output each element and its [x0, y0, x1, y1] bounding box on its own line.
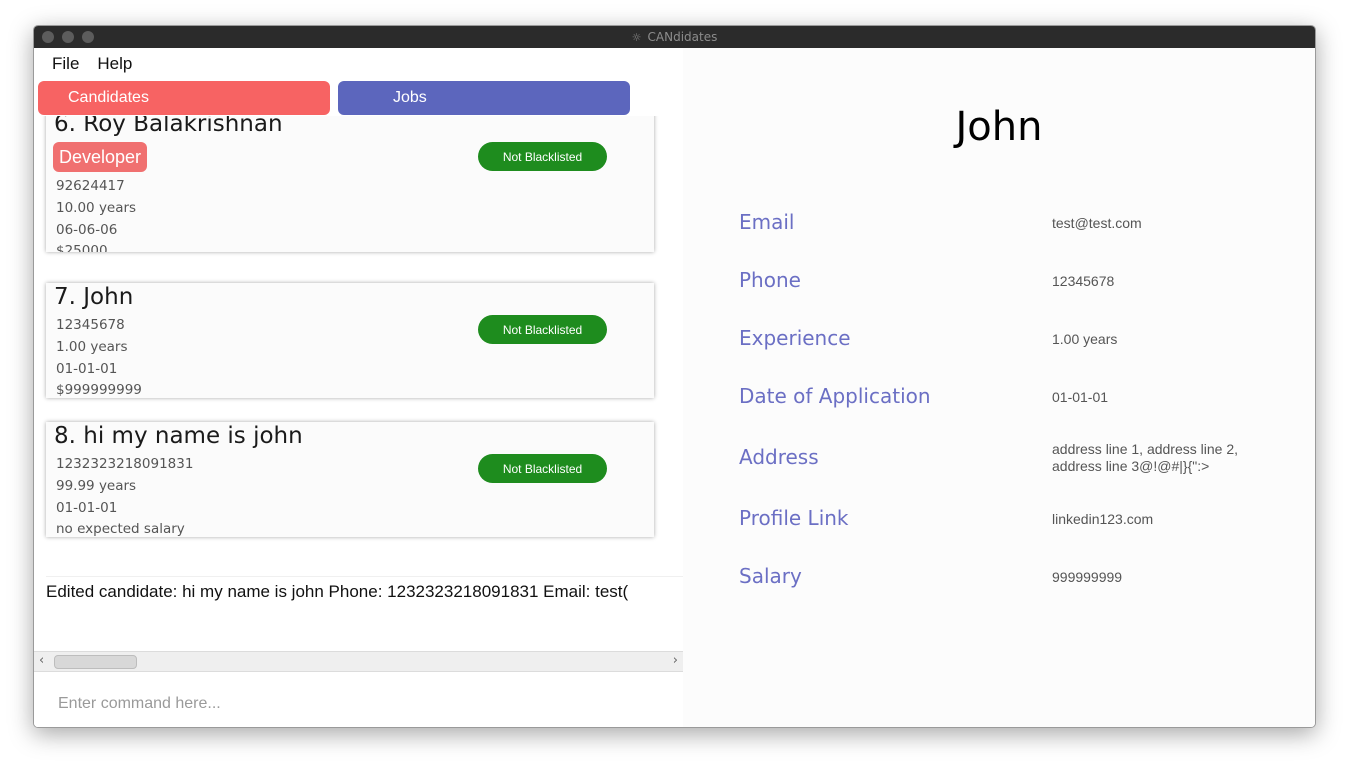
menu-bar: File Help: [34, 48, 132, 80]
candidate-phone: 92624417: [56, 178, 125, 194]
candidate-experience: 99.99 years: [56, 478, 137, 494]
candidate-card[interactable]: 8. hi my name is john Not Blacklisted 12…: [46, 422, 654, 537]
address-label: Address: [739, 445, 819, 469]
candidate-list[interactable]: 6. Roy Balakrishnan Developer Not Blackl…: [34, 116, 683, 571]
address-value: address line 1, address line 2, address …: [1052, 441, 1238, 474]
scrollbar-thumb[interactable]: [54, 655, 137, 669]
candidate-experience: 1.00 years: [56, 339, 128, 355]
result-display[interactable]: Edited candidate: hi my name is john Pho…: [46, 576, 683, 645]
experience-label: Experience: [739, 326, 851, 350]
detail-name: John: [955, 104, 1043, 150]
candidate-name: 6. Roy Balakrishnan: [54, 116, 283, 137]
window-title: CANdidates: [647, 30, 718, 44]
command-input[interactable]: [56, 688, 660, 720]
salary-value: 999999999: [1052, 569, 1123, 585]
app-icon: ☼: [631, 30, 642, 44]
status-badge: Not Blacklisted: [478, 142, 607, 171]
candidate-card[interactable]: 6. Roy Balakrishnan Developer Not Blackl…: [46, 116, 654, 252]
close-window-button[interactable]: [42, 31, 54, 43]
window-controls: [42, 31, 94, 43]
command-box: [34, 680, 683, 727]
menu-help[interactable]: Help: [97, 54, 132, 74]
minimize-window-button[interactable]: [62, 31, 74, 43]
candidate-phone: 12345678: [56, 317, 125, 333]
candidate-card[interactable]: 7. John Not Blacklisted 12345678 1.00 ye…: [46, 283, 654, 398]
candidate-index: 8.: [54, 423, 76, 449]
experience-value: 1.00 years: [1052, 331, 1118, 347]
candidate-name: 8. hi my name is john: [54, 423, 303, 449]
candidate-salary: $25000: [56, 243, 108, 252]
left-panel: File Help Candidates Jobs 6. Roy Balakri…: [34, 48, 683, 727]
candidate-name: 7. John: [54, 284, 134, 310]
phone-value: 12345678: [1052, 273, 1115, 289]
email-label: Email: [739, 210, 795, 234]
salary-label: Salary: [739, 564, 802, 588]
candidate-detail-panel: John Email test@test.com Phone 12345678 …: [683, 48, 1315, 727]
candidate-date: 01-01-01: [56, 500, 118, 516]
date-of-application-value: 01-01-01: [1052, 389, 1109, 405]
profile-link-value: linkedin123.com: [1052, 511, 1154, 527]
status-badge: Not Blacklisted: [478, 454, 607, 483]
candidate-date: 01-01-01: [56, 361, 118, 377]
title-bar: ☼ CANdidates: [34, 26, 1315, 48]
date-of-application-label: Date of Application: [739, 384, 931, 408]
zoom-window-button[interactable]: [82, 31, 94, 43]
candidate-salary: no expected salary: [56, 521, 185, 537]
tab-jobs[interactable]: Jobs: [338, 81, 630, 115]
scroll-left-arrow-icon[interactable]: ‹: [39, 653, 44, 668]
horizontal-scrollbar[interactable]: ‹ ›: [34, 651, 683, 672]
candidate-phone: 1232323218091831: [56, 456, 194, 472]
candidate-index: 6.: [54, 116, 76, 137]
candidate-salary: $999999999: [56, 382, 142, 398]
candidate-date: 06-06-06: [56, 222, 118, 238]
candidate-index: 7.: [54, 284, 76, 310]
result-message: Edited candidate: hi my name is john Pho…: [46, 582, 629, 601]
scroll-right-arrow-icon[interactable]: ›: [673, 653, 678, 668]
candidate-experience: 10.00 years: [56, 200, 137, 216]
profile-link-label: Profile Link: [739, 506, 849, 530]
status-badge: Not Blacklisted: [478, 315, 607, 344]
menu-file[interactable]: File: [52, 54, 79, 74]
phone-label: Phone: [739, 268, 801, 292]
email-value: test@test.com: [1052, 215, 1142, 231]
tab-candidates[interactable]: Candidates: [38, 81, 330, 115]
app-window: ☼ CANdidates File Help Candidates Jobs 6…: [33, 25, 1316, 728]
candidate-tag: Developer: [53, 142, 148, 172]
